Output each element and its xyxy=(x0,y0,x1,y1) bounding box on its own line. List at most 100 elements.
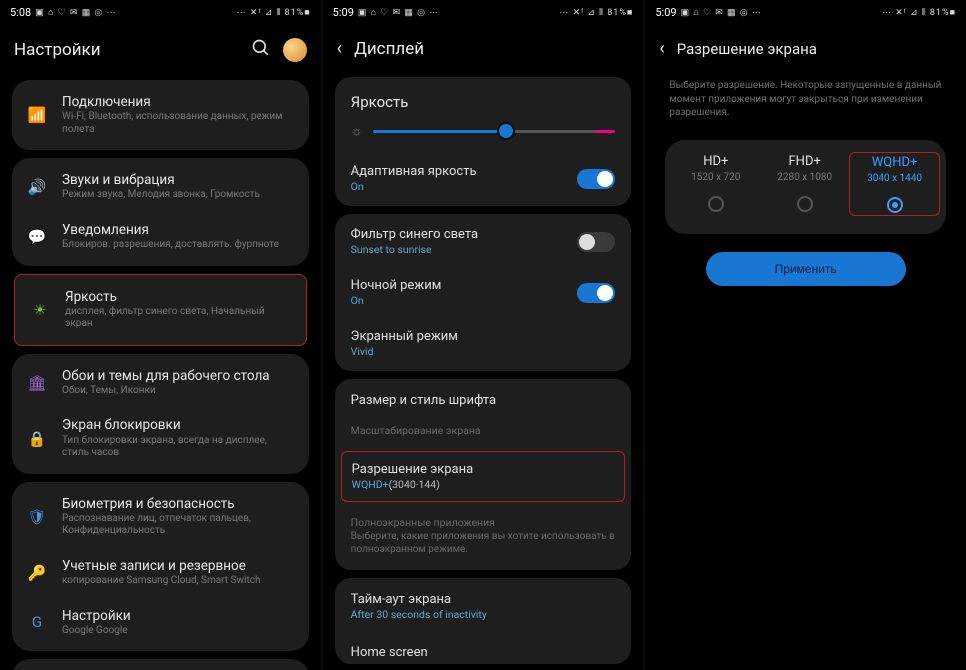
row-sub: Выберите, какие приложения вы хотите исп… xyxy=(351,531,616,556)
settings-item[interactable]: ⚙Расширенные возможностиBixbyРутины, дви… xyxy=(12,663,309,670)
display-header: ‹ Дисплей xyxy=(323,24,644,69)
resolution-header: ‹ Разрешение экрана xyxy=(645,24,966,69)
item-label: Звуки и вибрация xyxy=(62,172,295,188)
item-sub: копирование Samsung Cloud, Smart Switch xyxy=(62,575,295,588)
settings-item[interactable]: 🔊 Звуки и вибрацияРежим звука, Мелодия зв… xyxy=(12,162,309,212)
settings-item[interactable]: G НастройкиGoogle Google xyxy=(12,598,309,648)
settings-item[interactable]: ☀Яркостьдисплея, фильтр синего света, На… xyxy=(15,279,306,341)
settings-item[interactable]: 🔒Экран блокировкиТип блокировки экрана, … xyxy=(12,407,309,469)
row-label: Масштабирование экрана xyxy=(351,424,481,437)
radio-icon[interactable] xyxy=(708,196,724,212)
resolution-prefix: WQHD+ xyxy=(352,478,389,491)
settings-item[interactable]: 📶ПодключенияWi-Fi, Bluetooth, использова… xyxy=(12,84,309,146)
row-sub: On xyxy=(351,180,477,193)
phone-display-settings: 5:09 ▣ ⌂ ♡ ✉ ▦ ◎ ⋯ ⋯ ✕ᶠ ⊿ ⫴ 81%■ ‹ Диспл… xyxy=(323,0,644,670)
settings-item[interactable]: 💬УведомленияБлокиров. разрешения, достав… xyxy=(12,212,309,262)
search-icon[interactable] xyxy=(251,38,271,62)
resolution-value: (3040·144) xyxy=(389,478,440,491)
item-sub: Распознавание лиц, отпечаток пальцев, Ко… xyxy=(62,513,295,538)
biometric-icon: 🛡 xyxy=(26,506,48,528)
item-sub: дисплея, фильтр синего света, Начальный … xyxy=(65,306,292,331)
screen-timeout-row[interactable]: Тайм-аут экрана After 30 seconds of inac… xyxy=(335,580,632,633)
settings-list[interactable]: 📶ПодключенияWi-Fi, Bluetooth, использова… xyxy=(0,72,321,670)
accounts-icon: 🔑 xyxy=(26,562,48,584)
font-size-row[interactable]: Размер и стиль шрифта xyxy=(335,381,632,420)
item-label: Учетные записи и резервное xyxy=(62,558,295,574)
option-label: HD+ xyxy=(703,154,728,169)
phone-resolution-settings: 5:09 ▣ ⌂ ♡ ✉ ▦ ◎ ⋯ ⋯ ✕ᶠ ⊿ ⫴ 81%■ ‹ Разре… xyxy=(645,0,966,670)
item-label: Подключения xyxy=(62,94,295,110)
brightness-slider-row: ☼ xyxy=(335,119,632,153)
option-resolution: 1520 x 720 xyxy=(691,172,740,183)
resolution-option[interactable]: FHD+2280 x 1080 xyxy=(760,152,849,216)
resolution-description: Выберите разрешение. Некоторые запущенны… xyxy=(653,69,958,134)
screen-zoom-row[interactable]: Масштабирование экрана xyxy=(335,420,632,449)
row-label: Адаптивная яркость xyxy=(351,164,477,179)
option-resolution: 2280 x 1080 xyxy=(777,172,832,183)
item-sub: Google Google xyxy=(62,625,295,638)
item-label: Настройки xyxy=(62,608,295,624)
resolution-option[interactable]: WQHD+3040 x 1440 xyxy=(849,152,940,216)
blue-light-row[interactable]: Фильтр синего света Sunset to sunrise xyxy=(335,216,632,267)
row-label: Экранный режим xyxy=(351,329,458,344)
font-resolution-card: Размер и стиль шрифта Масштабирование эк… xyxy=(335,379,632,570)
item-label: Яркость xyxy=(65,289,292,305)
option-label: WQHD+ xyxy=(872,155,918,170)
status-left-icons: ▣ ⌂ ♡ ✉ ▦ ◎ ⋯ xyxy=(358,7,439,18)
profile-avatar[interactable] xyxy=(283,38,307,62)
radio-icon[interactable] xyxy=(797,196,813,212)
display-content[interactable]: Яркость ☼ Адаптивная яркость On Фильтр с… xyxy=(323,69,644,670)
settings-group: 📶ПодключенияWi-Fi, Bluetooth, использова… xyxy=(12,80,309,150)
brightness-slider[interactable] xyxy=(373,130,616,133)
status-time: 5:08 xyxy=(10,6,31,19)
sound-icon: 🔊 xyxy=(26,176,48,198)
adaptive-brightness-row[interactable]: Адаптивная яркость On xyxy=(335,153,632,204)
row-label: Ночной режим xyxy=(351,278,442,293)
resolution-option[interactable]: HD+ 1520 x 720 xyxy=(671,152,760,216)
screen-resolution-row[interactable]: Разрешение экрана WQHD+(3040·144) xyxy=(341,451,626,502)
row-sub: Vivid xyxy=(351,345,458,358)
item-label: Уведомления xyxy=(62,222,295,238)
settings-item[interactable]: 🔑 Учетные записи и резервноекопирование S… xyxy=(12,548,309,598)
settings-item[interactable]: 🏛Обои и темы для рабочего столаОбои, Тем… xyxy=(12,358,309,408)
adaptive-brightness-toggle[interactable] xyxy=(577,169,615,189)
back-button[interactable]: ‹ xyxy=(337,38,342,59)
night-mode-toggle[interactable] xyxy=(577,283,615,303)
row-label: Разрешение экрана xyxy=(352,462,615,477)
item-label: Обои и темы для рабочего стола xyxy=(62,368,295,384)
blue-light-toggle[interactable] xyxy=(577,232,615,252)
night-mode-row[interactable]: Ночной режим On xyxy=(335,267,632,318)
status-right-icons: ⋯ ✕ᶠ ⊿ ⫴ 81%■ xyxy=(559,7,633,18)
radio-icon[interactable] xyxy=(887,197,903,213)
back-button[interactable]: ‹ xyxy=(659,38,664,59)
row-label: Тайм-аут экрана xyxy=(351,592,616,607)
status-left-icons: ▣ ⌂ ♡ ✉ ▦ ◎ ⋯ xyxy=(681,7,762,18)
row-sub: On xyxy=(351,294,442,307)
settings-header: Настройки xyxy=(0,24,321,72)
wallpaper-icon: 🏛 xyxy=(26,372,48,394)
settings-group: ⚙Расширенные возможностиBixbyРутины, дви… xyxy=(12,659,309,670)
item-label: Биометрия и безопасность xyxy=(62,496,295,512)
google-icon: G xyxy=(26,611,48,633)
item-sub: Режим звука, Мелодия звонка, Громкость xyxy=(62,189,295,202)
apply-button[interactable]: Применить xyxy=(706,252,906,286)
settings-group: ☀Яркостьдисплея, фильтр синего света, На… xyxy=(14,274,307,346)
status-bar: 5:09 ▣ ⌂ ♡ ✉ ▦ ◎ ⋯ ⋯ ✕ᶠ ⊿ ⫴ 81%■ xyxy=(323,0,644,24)
notifications-icon: 💬 xyxy=(26,226,48,248)
screen-mode-row[interactable]: Экранный режим Vivid xyxy=(335,318,632,369)
status-time: 5:09 xyxy=(333,6,354,19)
settings-group: 🏛Обои и темы для рабочего столаОбои, Тем… xyxy=(12,354,309,474)
status-left-icons: ▣ ⌂ ♡ ✉ ▦ ◎ ⋯ xyxy=(35,7,116,18)
lockscreen-icon: 🔒 xyxy=(26,428,48,450)
settings-group: 🛡 Биометрия и безопасностьРаспознавание л… xyxy=(12,482,309,652)
row-sub: After 30 seconds of inactivity xyxy=(351,608,616,621)
row-label: Фильтр синего света xyxy=(351,227,478,242)
home-screen-row[interactable]: Home screen xyxy=(335,633,632,662)
settings-item[interactable]: 🛡 Биометрия и безопасностьРаспознавание л… xyxy=(12,486,309,548)
status-right-icons: ⋯ ✕ᶠ ⊿ ⫴ 81%■ xyxy=(237,7,311,18)
settings-group: 🔊 Звуки и вибрацияРежим звука, Мелодия зв… xyxy=(12,158,309,265)
fullscreen-apps-row[interactable]: Полноэкранные приложения Выберите, какие… xyxy=(335,504,632,568)
page-title: Дисплей xyxy=(354,39,629,59)
brightness-title: Яркость xyxy=(335,79,632,119)
resolution-selector: HD+ 1520 x 720 FHD+2280 x 1080WQHD+3040 x … xyxy=(665,140,946,234)
